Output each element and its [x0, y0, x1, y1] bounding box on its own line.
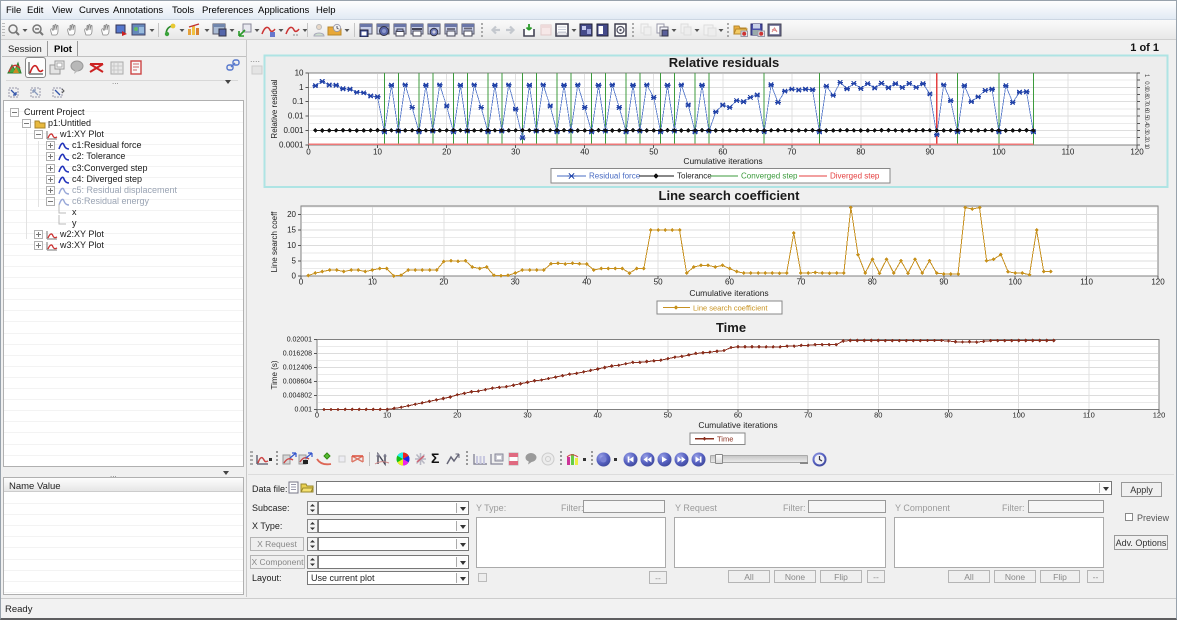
svg-text:1 of 1: 1 of 1: [1130, 42, 1159, 54]
svg-text:60: 60: [734, 411, 742, 420]
svg-text:Line search coefficient: Line search coefficient: [659, 188, 801, 203]
svg-text:50: 50: [654, 278, 663, 287]
svg-text:0: 0: [306, 147, 311, 156]
svg-text:10: 10: [287, 241, 296, 250]
svg-text:1: 1: [299, 83, 304, 92]
svg-text:60: 60: [718, 147, 727, 156]
svg-text:70: 70: [787, 147, 796, 156]
svg-text:110: 110: [1062, 147, 1075, 156]
svg-text:40: 40: [580, 147, 589, 156]
svg-text:15: 15: [287, 226, 296, 235]
svg-text:50: 50: [649, 147, 658, 156]
svg-text:110: 110: [1083, 411, 1095, 420]
svg-text:90: 90: [939, 278, 948, 287]
svg-text:40: 40: [582, 278, 591, 287]
svg-text:60: 60: [725, 278, 734, 287]
svg-text:120: 120: [1153, 411, 1166, 420]
svg-text:10: 10: [295, 69, 304, 78]
svg-text:Cumulative iterations: Cumulative iterations: [689, 288, 768, 298]
svg-text:10: 10: [368, 278, 377, 287]
svg-text:80: 80: [856, 147, 865, 156]
svg-text:0.001: 0.001: [294, 407, 312, 414]
svg-text:....: ....: [250, 54, 260, 64]
svg-text:20: 20: [453, 411, 461, 420]
svg-text:Time (s): Time (s): [270, 360, 279, 389]
svg-text:Line search coefficient: Line search coefficient: [693, 304, 768, 313]
svg-text:40: 40: [594, 411, 602, 420]
svg-text:0.004802: 0.004802: [283, 393, 312, 400]
svg-text:Converged step: Converged step: [741, 172, 798, 181]
svg-text:0.001: 0.001: [283, 126, 304, 135]
svg-text:Residual force: Residual force: [589, 172, 641, 181]
svg-text:0.0001: 0.0001: [279, 140, 304, 149]
svg-text:90: 90: [944, 411, 952, 420]
svg-text:Time: Time: [716, 320, 746, 335]
svg-text:0.02001: 0.02001: [287, 337, 312, 344]
svg-text:10: 10: [373, 147, 382, 156]
svg-text:Relative residuals: Relative residuals: [669, 55, 780, 70]
svg-text:5: 5: [292, 256, 297, 265]
svg-text:0: 0: [292, 272, 297, 281]
svg-text:20: 20: [287, 210, 296, 219]
svg-text:Line search coeff: Line search coeff: [270, 211, 279, 273]
svg-text:20: 20: [439, 278, 448, 287]
svg-text:0.01: 0.01: [288, 112, 304, 121]
svg-text:20: 20: [442, 147, 451, 156]
svg-text:0.016208: 0.016208: [283, 351, 312, 358]
svg-text:30: 30: [511, 147, 520, 156]
svg-text:50: 50: [664, 411, 672, 420]
svg-text:70: 70: [804, 411, 812, 420]
svg-text:100: 100: [1012, 411, 1025, 420]
svg-text:Relative residual: Relative residual: [270, 79, 279, 138]
svg-text:Cumulative iterations: Cumulative iterations: [683, 156, 762, 166]
svg-text:120: 120: [1151, 278, 1165, 287]
svg-text:30: 30: [511, 278, 520, 287]
svg-text:90: 90: [925, 147, 934, 156]
svg-text:Diverged step: Diverged step: [830, 172, 880, 181]
svg-text:80: 80: [874, 411, 882, 420]
svg-text:100: 100: [1009, 278, 1023, 287]
svg-text:Cumulative iterations: Cumulative iterations: [698, 420, 777, 430]
svg-text:0.1: 0.1: [292, 97, 304, 106]
svg-text:10: 10: [383, 411, 391, 420]
svg-text:30: 30: [523, 411, 531, 420]
svg-text:0: 0: [315, 411, 319, 420]
svg-text:0.008604: 0.008604: [283, 379, 312, 386]
svg-text:Tolerance: Tolerance: [677, 172, 712, 181]
svg-text:100: 100: [992, 147, 1006, 156]
svg-text:0: 0: [299, 278, 304, 287]
svg-text:70: 70: [796, 278, 805, 287]
svg-text:80: 80: [868, 278, 877, 287]
svg-text:110: 110: [1080, 278, 1093, 287]
svg-text:Time: Time: [717, 435, 733, 444]
svg-text:120: 120: [1130, 147, 1144, 156]
svg-text:0.012406: 0.012406: [283, 365, 312, 372]
